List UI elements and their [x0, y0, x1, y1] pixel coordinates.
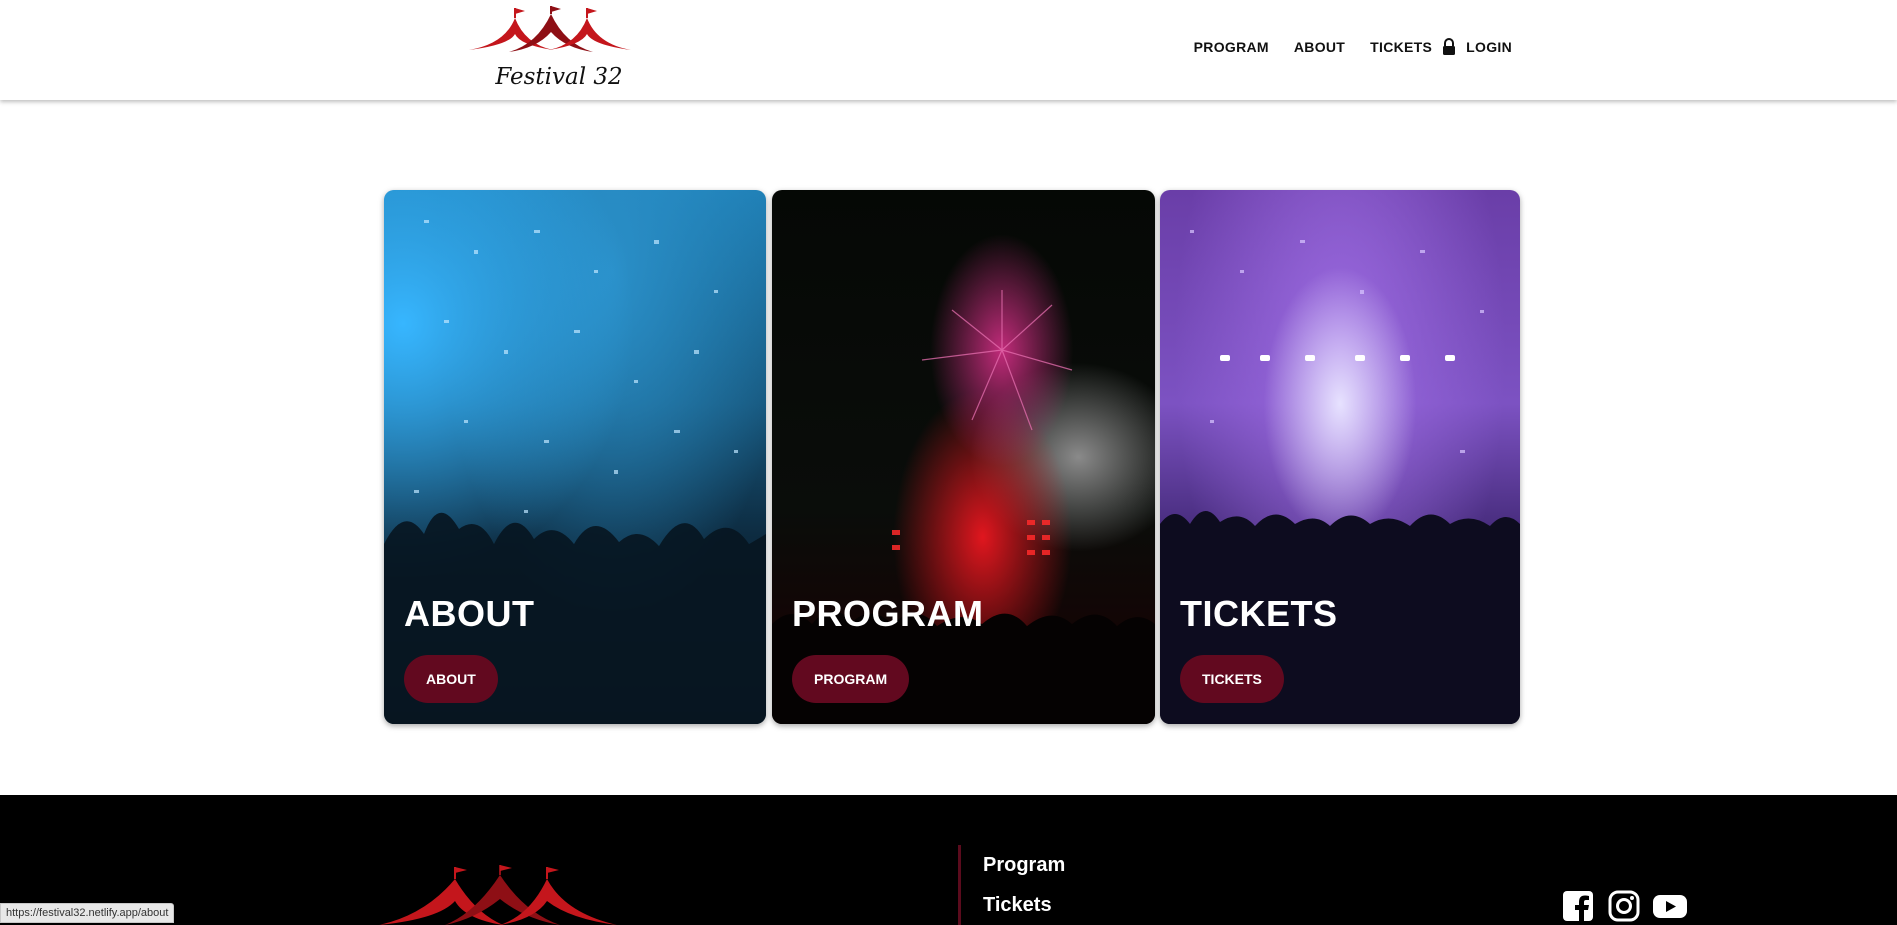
tickets-card[interactable]: TICKETS TICKETS	[1160, 190, 1520, 724]
nav-about[interactable]: ABOUT	[1294, 39, 1345, 55]
logo-text: Festival 32	[495, 64, 623, 90]
about-card-image	[384, 190, 766, 724]
about-button[interactable]: ABOUT	[404, 655, 498, 703]
footer-link-tickets[interactable]: Tickets	[983, 894, 1052, 917]
program-card[interactable]: PROGRAM PROGRAM	[772, 190, 1155, 724]
lock-icon	[1442, 38, 1456, 56]
site-footer: Program Tickets	[0, 795, 1897, 925]
facebook-icon[interactable]	[1562, 890, 1596, 924]
footer-link-program[interactable]: Program	[983, 854, 1065, 877]
tent-logo-icon	[379, 865, 617, 925]
main-nav: PROGRAM ABOUT TICKETS LOGIN	[1169, 38, 1512, 56]
tickets-card-image	[1160, 190, 1520, 724]
nav-program[interactable]: PROGRAM	[1194, 39, 1269, 55]
program-card-image	[772, 190, 1155, 724]
footer-logo[interactable]	[375, 855, 625, 925]
tickets-card-title: TICKETS	[1180, 593, 1338, 634]
about-card-title: ABOUT	[404, 593, 535, 634]
youtube-icon[interactable]	[1652, 890, 1688, 924]
footer-divider	[958, 845, 961, 925]
festival-logo[interactable]: Festival 32	[465, 4, 635, 94]
feature-cards: ABOUT ABOUT PROGRAM PROGRAM TICKETS TICK…	[384, 190, 1520, 724]
browser-status-bar: https://festival32.netlify.app/about	[0, 903, 175, 923]
tent-logo-icon	[469, 6, 631, 52]
program-card-title: PROGRAM	[792, 593, 984, 634]
instagram-icon[interactable]	[1608, 890, 1642, 924]
about-card[interactable]: ABOUT ABOUT	[384, 190, 766, 724]
site-header: Festival 32 PROGRAM ABOUT TICKETS LOGIN	[0, 0, 1897, 100]
nav-login[interactable]: LOGIN	[1466, 39, 1512, 55]
program-button[interactable]: PROGRAM	[792, 655, 910, 703]
tickets-button[interactable]: TICKETS	[1180, 655, 1284, 703]
nav-tickets[interactable]: TICKETS	[1370, 39, 1432, 55]
